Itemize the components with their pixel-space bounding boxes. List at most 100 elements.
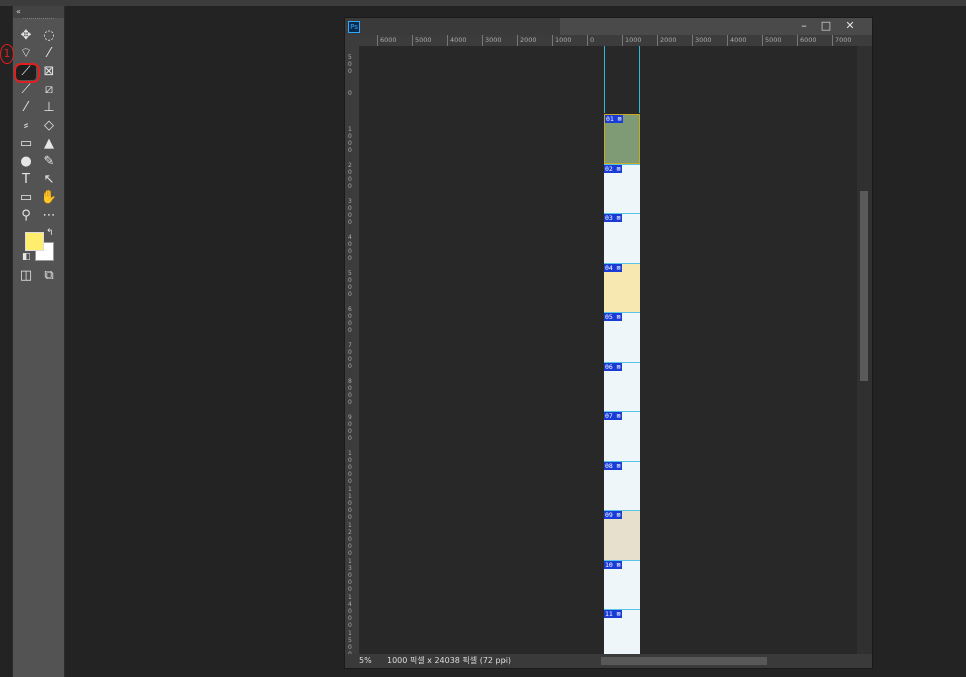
ruler-h-label: 0 — [587, 35, 594, 46]
type-icon[interactable]: T — [16, 172, 36, 188]
elliptical-marquee-icon[interactable]: ◌ — [39, 28, 59, 44]
ruler-h-label: 6000 — [377, 35, 397, 46]
document-window: Ps – □ ✕ 6000 5000 4000 3000 2000 1000 0 1000 20… — [344, 17, 873, 669]
slice-region[interactable]: 06 ⊠ — [604, 361, 640, 412]
slice-number-label: 05 ⊠ — [604, 313, 622, 321]
close-button[interactable]: ✕ — [839, 18, 861, 33]
rectangle-icon[interactable]: ▭ — [16, 190, 36, 206]
tools-panel: « ✥ ◌ ⌔ ⁄ ⟋ ⊠ ⟋ ⧄ ⁄ ⊥ ⸗ ◇ ▭ ▲ ● ✎ T ↖ ▭ … — [12, 6, 65, 677]
slice-region[interactable]: 09 ⊠ — [604, 510, 640, 560]
stamp-icon[interactable]: ⊥ — [39, 100, 59, 116]
guide-line-right[interactable] — [639, 46, 640, 113]
slice-number-label: 02 ⊠ — [604, 164, 622, 173]
panel-grip[interactable] — [23, 18, 54, 25]
maximize-button[interactable]: □ — [815, 18, 837, 33]
ruler-h-label: 3000 — [692, 35, 712, 46]
status-bar: 5% 1000 픽셀 x 24038 픽셀 (72 ppi) › — [345, 654, 872, 668]
ruler-h-label: 4000 — [727, 35, 747, 46]
horizontal-scroll-thumb[interactable] — [601, 657, 767, 665]
slice-region[interactable]: 08 ⊠ — [604, 460, 640, 511]
canvas-area[interactable]: 01 ⊠ 02 ⊠ 03 ⊠ 04 ⊠ 05 ⊠ 06 ⊠ 07 ⊠ 08 ⊠ 09 ⊠ 10 ⊠… — [360, 46, 857, 654]
slice-number-label: 11 ⊠ — [604, 610, 622, 618]
vertical-scroll-thumb[interactable] — [860, 191, 868, 381]
ruler-v-label: 0 — [348, 90, 352, 97]
default-colors-icon[interactable]: ◧ — [22, 252, 31, 262]
slice-number-label: 01 ⊠ — [605, 115, 623, 123]
blur-drop-icon[interactable]: ▲ — [39, 136, 59, 152]
slice-region[interactable]: 10 ⊠ — [604, 559, 640, 610]
annotation-number: 1 — [0, 44, 14, 64]
vertical-ruler[interactable]: 500 0 1000 2000 3000 4000 5000 6000 7000 8000 9000… — [345, 46, 360, 665]
ruler-h-label: 1000 — [552, 35, 572, 46]
dodge-icon[interactable]: ● — [16, 154, 36, 170]
document-canvas[interactable]: 01 ⊠ 02 ⊠ 03 ⊠ 04 ⊠ 05 ⊠ 06 ⊠ 07 ⊠ 08 ⊠ 09 ⊠ 10 ⊠… — [604, 114, 640, 654]
frame-icon[interactable]: ⊠ — [39, 64, 59, 80]
ruler-h-label: 2000 — [517, 35, 537, 46]
slice-region[interactable]: 01 ⊠ — [604, 114, 640, 164]
slice-number-label: 03 ⊠ — [604, 214, 622, 222]
magnifier-icon[interactable]: ⚲ — [16, 208, 36, 224]
vertical-scrollbar[interactable] — [857, 46, 872, 654]
ruler-v-label: 3000 — [348, 198, 352, 226]
slice-region[interactable]: 03 ⊠ — [604, 213, 640, 263]
gradient-icon[interactable]: ▭ — [16, 136, 36, 152]
zoom-level[interactable]: 5% — [359, 654, 372, 668]
ruler-h-label: 5000 — [762, 35, 782, 46]
arrow-cursor-icon[interactable]: ↖ — [39, 172, 59, 188]
screen-mode-icon[interactable]: ⧉ — [39, 268, 59, 284]
ruler-v-label: 12000 — [348, 522, 352, 557]
slice-number-label: 07 ⊠ — [604, 412, 622, 420]
ruler-h-label: 2000 — [657, 35, 677, 46]
ruler-v-label: 5000 — [348, 270, 352, 298]
history-brush-icon[interactable]: ⸗ — [16, 118, 36, 134]
ruler-h-label: 4000 — [447, 35, 467, 46]
slice-number-label: 09 ⊠ — [604, 511, 622, 519]
ruler-v-label: 9000 — [348, 414, 352, 442]
document-info: 1000 픽셀 x 24038 픽셀 (72 ppi) — [387, 656, 512, 665]
ruler-v-label: 11000 — [348, 486, 352, 521]
brush-icon[interactable]: ⁄ — [16, 100, 36, 116]
ruler-v-label: 4000 — [348, 234, 352, 262]
minimize-button[interactable]: – — [793, 18, 815, 33]
ruler-v-label: 13000 — [348, 558, 352, 593]
lasso-icon[interactable]: ⌔ — [16, 46, 36, 62]
slice-region[interactable]: 07 ⊠ — [604, 411, 640, 461]
ruler-v-label: 7000 — [348, 342, 352, 370]
hand-icon[interactable]: ✋ — [39, 190, 59, 206]
foreground-color-swatch[interactable] — [25, 232, 44, 251]
slice-number-label: 06 ⊠ — [604, 362, 622, 371]
ruler-v-label: 14000 — [348, 594, 352, 629]
annotation-highlight-circle — [14, 63, 40, 83]
magic-wand-icon[interactable]: ⁄ — [39, 46, 59, 62]
ruler-v-label: 1000 — [348, 126, 352, 154]
slice-region[interactable]: 05 ⊠ — [604, 312, 640, 362]
swap-colors-icon[interactable]: ↰ — [46, 228, 54, 238]
slice-number-label: 10 ⊠ — [604, 560, 622, 569]
window-titlebar[interactable]: Ps – □ ✕ — [345, 18, 872, 35]
slice-number-label: 04 ⊠ — [604, 263, 622, 272]
collapse-panel-button[interactable]: « — [13, 6, 64, 18]
ruler-v-label: 8000 — [348, 378, 352, 406]
ruler-h-label: 1000 — [622, 35, 642, 46]
slice-region[interactable]: 11 ⊠ — [604, 609, 640, 654]
status-menu-arrow[interactable]: › — [503, 654, 506, 668]
bandage-icon[interactable]: ⧄ — [39, 82, 59, 98]
ruler-v-label: 6000 — [348, 306, 352, 334]
slice-region[interactable]: 02 ⊠ — [604, 163, 640, 214]
ruler-h-label: 5000 — [412, 35, 432, 46]
eraser-icon[interactable]: ◇ — [39, 118, 59, 134]
move-tool-icon[interactable]: ✥ — [16, 28, 36, 44]
guide-line-left[interactable] — [604, 46, 605, 113]
slice-region[interactable]: 04 ⊠ — [604, 262, 640, 312]
quick-mask-icon[interactable]: ◫ — [16, 268, 36, 284]
top-menu-strip — [0, 0, 966, 6]
ruler-v-label: 2000 — [348, 162, 352, 190]
ruler-v-label: 10000 — [348, 450, 352, 485]
document-tab[interactable]: Ps — [345, 18, 560, 35]
slice-number-label: 08 ⊠ — [604, 461, 622, 470]
photoshop-doc-icon: Ps — [348, 21, 360, 33]
ruler-h-label: 6000 — [797, 35, 817, 46]
eyedropper-icon[interactable]: ⟋ — [16, 82, 36, 98]
pen-icon[interactable]: ✎ — [39, 154, 59, 170]
more-dots-icon[interactable]: ⋯ — [39, 208, 59, 224]
